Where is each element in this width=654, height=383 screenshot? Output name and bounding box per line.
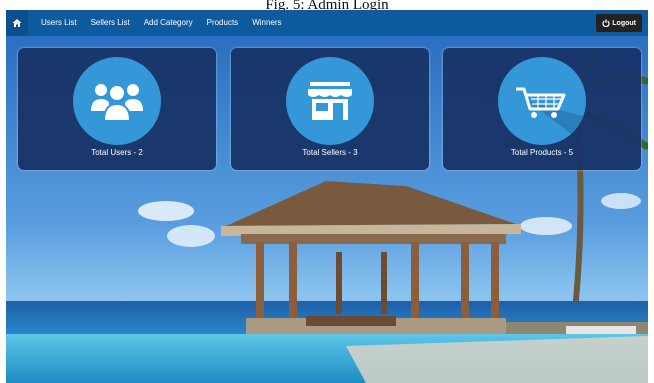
home-button[interactable] [6, 10, 28, 36]
card-label: Total Sellers - 3 [302, 148, 358, 157]
shopping-cart-icon [516, 87, 586, 145]
logout-label: Logout [612, 19, 636, 27]
app-window: Users List Sellers List Add Category Pro… [6, 10, 648, 383]
card-total-products[interactable]: Total Products - 5 [443, 48, 641, 170]
card-icon-circle [286, 57, 374, 145]
card-total-sellers[interactable]: Total Sellers - 3 [231, 48, 429, 170]
users-icon [91, 84, 143, 122]
card-icon-circle [73, 57, 161, 145]
nav-add-category[interactable]: Add Category [137, 10, 200, 36]
home-icon [12, 19, 22, 27]
nav-sellers-list[interactable]: Sellers List [84, 10, 137, 36]
nav-winners[interactable]: Winners [245, 10, 288, 36]
top-navbar: Users List Sellers List Add Category Pro… [6, 10, 648, 36]
nav-users-list[interactable]: Users List [34, 10, 84, 36]
logout-button[interactable]: Logout [596, 14, 642, 32]
card-label: Total Users - 2 [91, 148, 143, 157]
card-icon-circle [498, 57, 586, 145]
card-total-users[interactable]: Total Users - 2 [18, 48, 216, 170]
card-label: Total Products - 5 [510, 148, 574, 157]
store-icon [308, 82, 352, 120]
power-icon [602, 19, 610, 27]
nav-products[interactable]: Products [200, 10, 246, 36]
